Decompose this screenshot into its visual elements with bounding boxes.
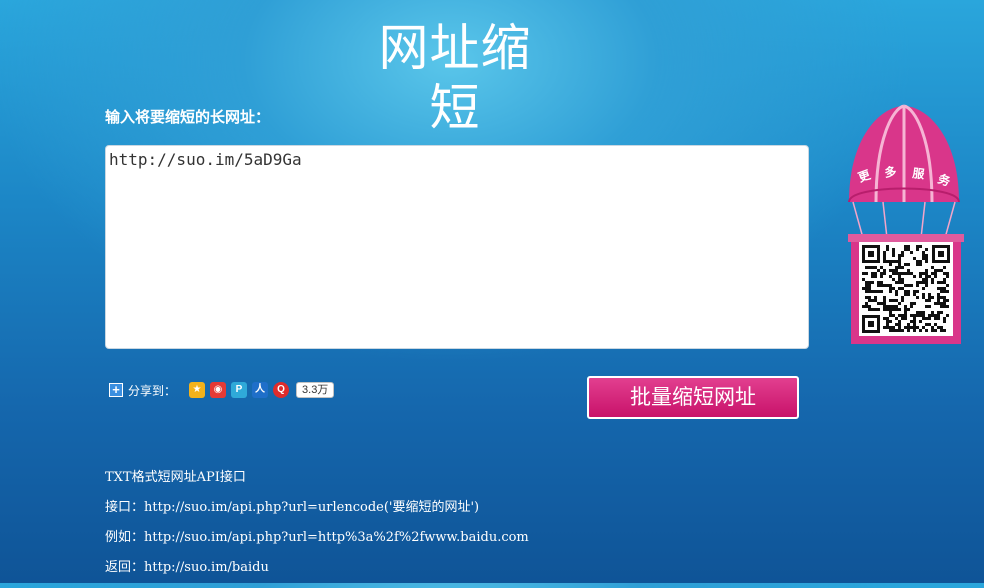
api-return: 返回：http://suo.im/baidu (105, 560, 269, 575)
batch-shorten-button[interactable]: 批量缩短网址 (587, 376, 799, 419)
api-heading: TXT格式短网址API接口 (105, 470, 246, 485)
weibo-icon[interactable]: ◉ (210, 382, 227, 398)
douban-icon[interactable]: Q (273, 382, 290, 398)
url-input-label: 输入将要缩短的长网址： (105, 108, 271, 126)
balloon-label-char-2: 多 (884, 164, 898, 180)
page-title: 网址缩短 (378, 19, 532, 137)
more-services-balloon[interactable]: 更 多 服 务 (843, 104, 965, 346)
long-url-input[interactable] (105, 145, 809, 349)
share-count[interactable]: 3.3万 (296, 382, 335, 398)
tencent-weibo-icon[interactable]: P (231, 382, 248, 398)
share-label: 分享到： (128, 383, 177, 398)
share-bar: + 分享到： ★ ◉ P 人 Q 3.3万 (109, 380, 335, 400)
api-interface: 接口：http://suo.im/api.php?url=urlencode('… (105, 500, 480, 515)
renren-icon[interactable]: 人 (252, 382, 269, 398)
share-plus-icon[interactable]: + (109, 383, 123, 397)
api-info: TXT格式短网址API接口 接口：http://suo.im/api.php?u… (105, 468, 529, 588)
api-example: 例如：http://suo.im/api.php?url=http%3a%2f%… (105, 530, 529, 545)
qzone-icon[interactable]: ★ (189, 382, 206, 398)
